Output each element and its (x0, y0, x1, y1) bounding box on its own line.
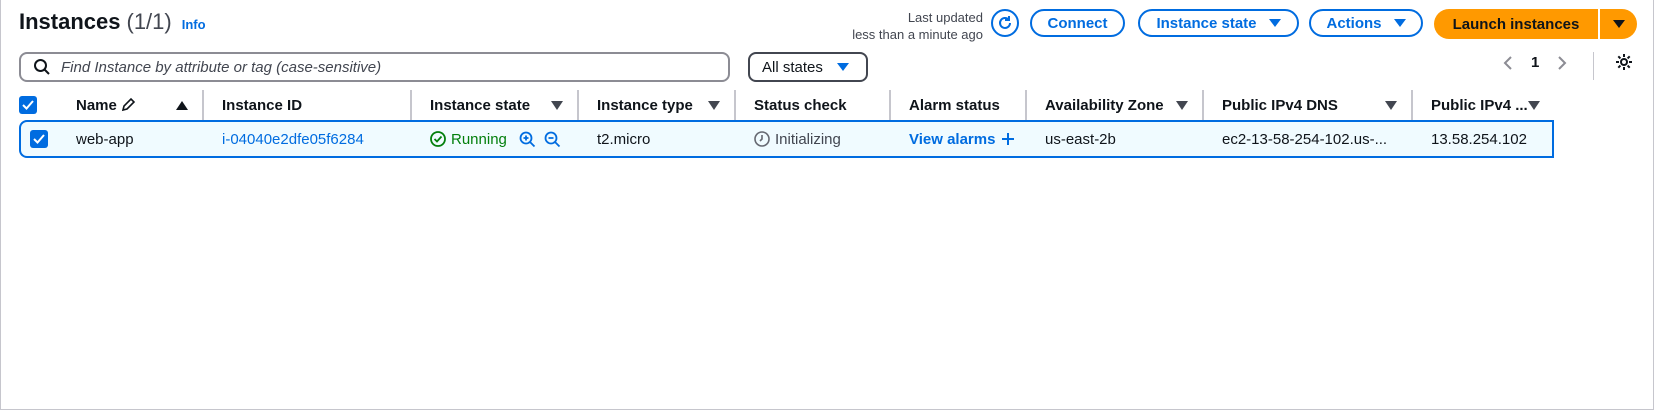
cell-instance-id: i-04040e2dfe05f6284 (204, 120, 412, 158)
instance-type-value: t2.micro (597, 130, 651, 148)
column-header-public-ipv4[interactable]: Public IPv4 ... (1413, 90, 1554, 120)
cell-public-ipv4: 13.58.254.102 (1413, 120, 1554, 158)
instances-table: Name Instance ID Instance state Instance… (19, 90, 1554, 158)
caret-down-icon (1268, 19, 1281, 27)
column-header-alarm-status[interactable]: Alarm status (891, 90, 1027, 120)
last-updated: Last updated less than a minute ago (852, 9, 983, 43)
check-icon (22, 100, 34, 110)
zoom-out-icon[interactable] (544, 131, 561, 148)
cell-instance-type: t2.micro (579, 120, 736, 158)
launch-instances-button[interactable]: Launch instances (1434, 9, 1598, 39)
caret-down-icon (836, 63, 849, 71)
select-all-cell (19, 90, 58, 120)
actions-label: Actions (1326, 14, 1382, 32)
sort-icon[interactable] (708, 100, 720, 110)
sort-icon[interactable] (1176, 100, 1188, 110)
cell-name: web-app (58, 120, 204, 158)
zoom-in-icon[interactable] (519, 131, 536, 148)
column-label: Public IPv4 ... (1431, 96, 1528, 114)
column-header-instance-id[interactable]: Instance ID (204, 90, 412, 120)
connect-button-label: Connect (1047, 14, 1108, 32)
cell-alarm-status: View alarms (891, 120, 1027, 158)
state-filter-select[interactable]: All states (748, 52, 868, 82)
actions-button[interactable]: Actions (1309, 9, 1423, 37)
table-row[interactable]: web-app i-04040e2dfe05f6284 Running t2.m… (19, 120, 1554, 158)
caret-down-icon (1393, 19, 1406, 27)
cell-status-check: Initializing (736, 120, 891, 158)
toolbar-divider (1593, 52, 1594, 80)
sort-ascending-icon[interactable] (176, 100, 188, 110)
public-dns-value: ec2-13-58-254-102.us-... (1222, 130, 1388, 148)
chevron-right-icon[interactable] (1557, 55, 1567, 71)
status-check-value: Initializing (775, 130, 841, 148)
refresh-icon (999, 16, 1011, 29)
state-filter-value: All states (762, 58, 823, 76)
page-title: Instances (19, 9, 121, 34)
row-select-cell (19, 120, 58, 158)
pencil-icon (121, 97, 136, 112)
info-link[interactable]: Info (182, 17, 206, 32)
page-header: Instances (1/1) Info (19, 9, 206, 35)
select-all-checkbox[interactable] (19, 96, 37, 114)
instance-id-link[interactable]: i-04040e2dfe05f6284 (222, 131, 364, 148)
column-label: Status check (754, 96, 847, 114)
sort-icon[interactable] (1385, 100, 1397, 110)
instance-name: web-app (76, 130, 134, 148)
table-header-row: Name Instance ID Instance state Instance… (19, 90, 1554, 120)
caret-down-icon (1612, 20, 1625, 28)
launch-dropdown-button[interactable] (1600, 9, 1637, 39)
check-circle-icon (430, 131, 446, 147)
column-label: Instance type (597, 96, 693, 114)
column-label: Instance state (430, 96, 531, 114)
cell-public-dns: ec2-13-58-254-102.us-... (1204, 120, 1413, 158)
check-icon (33, 134, 45, 144)
column-label: Instance ID (222, 96, 303, 114)
last-updated-label: Last updated (907, 10, 983, 25)
search-icon (34, 59, 50, 75)
column-header-status-check[interactable]: Status check (736, 90, 891, 120)
column-header-instance-state[interactable]: Instance state (412, 90, 579, 120)
instance-search[interactable] (19, 52, 730, 82)
page-number[interactable]: 1 (1531, 54, 1539, 71)
preferences-button[interactable] (1614, 52, 1634, 77)
gear-icon (1616, 54, 1632, 70)
sort-icon[interactable] (551, 100, 563, 110)
column-label: Availability Zone (1045, 96, 1164, 114)
instance-state-value: Running (451, 130, 507, 148)
column-header-public-dns[interactable]: Public IPv4 DNS (1204, 90, 1413, 120)
refresh-button[interactable] (991, 9, 1019, 37)
availability-zone-value: us-east-2b (1045, 130, 1116, 148)
column-label: Alarm status (909, 96, 1000, 114)
clock-icon (754, 131, 770, 147)
connect-button[interactable]: Connect (1030, 9, 1125, 37)
cell-instance-state: Running (412, 120, 579, 158)
sort-icon[interactable] (1527, 100, 1540, 110)
last-updated-value: less than a minute ago (852, 27, 983, 42)
launch-instances-label: Launch instances (1452, 15, 1580, 33)
column-header-availability-zone[interactable]: Availability Zone (1027, 90, 1204, 120)
view-alarms-link[interactable]: View alarms (909, 131, 995, 148)
public-ipv4-value: 13.58.254.102 (1431, 130, 1527, 148)
search-input[interactable] (59, 57, 703, 77)
pagination: 1 (1503, 54, 1567, 71)
row-checkbox[interactable] (30, 130, 48, 148)
instance-state-button[interactable]: Instance state (1138, 9, 1299, 37)
plus-icon[interactable] (1001, 132, 1015, 146)
column-header-instance-type[interactable]: Instance type (579, 90, 736, 120)
column-label: Public IPv4 DNS (1222, 96, 1338, 114)
chevron-left-icon[interactable] (1503, 55, 1513, 71)
instance-state-label: Instance state (1156, 14, 1257, 32)
cell-availability-zone: us-east-2b (1027, 120, 1204, 158)
instance-count: (1/1) (126, 9, 172, 34)
column-header-name[interactable]: Name (58, 90, 204, 120)
